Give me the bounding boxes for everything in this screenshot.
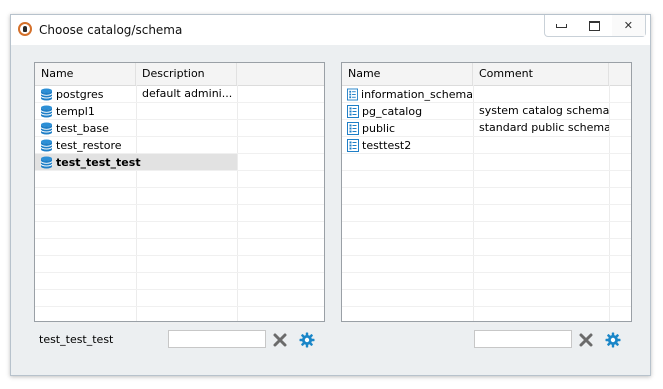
choose-catalog-dialog: Choose catalog/schema ✕ Name Description… xyxy=(10,14,651,376)
schema-name: testtest2 xyxy=(362,138,412,152)
catalog-settings-button[interactable] xyxy=(299,332,315,348)
catalog-name: test_restore xyxy=(56,138,122,152)
catalog-description xyxy=(136,103,237,119)
schema-table: Name Comment information_schema pg_catalo… xyxy=(341,62,632,324)
catalog-clear-filter-button[interactable] xyxy=(272,332,288,348)
catalog-row[interactable]: postgres default admini... xyxy=(35,86,324,103)
schema-row[interactable]: public standard public schema xyxy=(342,120,631,137)
close-button[interactable]: ✕ xyxy=(611,15,645,36)
gear-icon xyxy=(605,332,621,348)
empty-row xyxy=(35,171,324,188)
app-logo-icon xyxy=(18,22,32,36)
window-controls: ✕ xyxy=(544,15,646,37)
close-icon: ✕ xyxy=(623,19,633,32)
schema-icon xyxy=(347,138,359,152)
maximize-icon xyxy=(589,20,601,31)
catalog-description xyxy=(136,154,237,170)
window-title: Choose catalog/schema xyxy=(39,23,183,37)
empty-row xyxy=(342,239,631,256)
empty-row xyxy=(342,256,631,273)
database-icon xyxy=(40,105,53,117)
clear-x-icon xyxy=(579,333,593,347)
empty-row xyxy=(342,171,631,188)
database-icon xyxy=(40,156,53,168)
catalog-description: default admini... xyxy=(142,87,233,100)
empty-row xyxy=(35,307,324,324)
schema-name: information_schema xyxy=(361,87,473,101)
schema-name: public xyxy=(362,121,396,135)
database-icon xyxy=(40,139,53,151)
schema-icon xyxy=(347,104,359,118)
empty-row xyxy=(342,205,631,222)
schema-comment xyxy=(473,137,609,153)
database-icon xyxy=(40,88,53,100)
maximize-button[interactable] xyxy=(578,15,611,36)
empty-row xyxy=(342,222,631,239)
schema-row[interactable]: information_schema xyxy=(342,86,631,103)
minimize-button[interactable] xyxy=(545,15,578,36)
schema-icon xyxy=(347,88,359,100)
schema-name: pg_catalog xyxy=(362,104,423,118)
empty-row xyxy=(342,154,631,171)
gear-icon xyxy=(299,332,315,348)
empty-row xyxy=(342,188,631,205)
schema-clear-filter-button[interactable] xyxy=(578,332,594,348)
schema-row[interactable]: pg_catalog system catalog schema xyxy=(342,103,631,120)
schema-icon xyxy=(347,121,359,135)
empty-row xyxy=(35,256,324,273)
catalog-filter-input[interactable] xyxy=(168,330,266,348)
empty-row xyxy=(35,222,324,239)
schema-comment: system catalog schema xyxy=(479,104,609,117)
catalog-description xyxy=(136,120,237,136)
catalog-description xyxy=(136,137,237,153)
empty-row xyxy=(342,273,631,290)
empty-row xyxy=(342,290,631,307)
catalog-name: test_base xyxy=(56,121,109,135)
title-bar: Choose catalog/schema ✕ xyxy=(11,15,650,45)
catalog-row[interactable]: test_restore xyxy=(35,137,324,154)
clear-x-icon xyxy=(273,333,287,347)
minimize-icon xyxy=(556,23,568,28)
empty-row xyxy=(35,205,324,222)
column-header-description[interactable]: Description xyxy=(136,63,237,85)
empty-row xyxy=(35,188,324,205)
catalog-name: test_test_test xyxy=(56,155,141,169)
catalog-name: templ1 xyxy=(56,104,95,118)
schema-settings-button[interactable] xyxy=(605,332,621,348)
empty-row xyxy=(342,307,631,324)
catalog-name: postgres xyxy=(56,87,104,101)
empty-row xyxy=(35,273,324,290)
empty-row xyxy=(35,290,324,307)
schema-row[interactable]: testtest2 xyxy=(342,137,631,154)
schema-filter-input[interactable] xyxy=(474,330,572,348)
catalog-row[interactable]: test_base xyxy=(35,120,324,137)
schema-table-header: Name Comment xyxy=(342,63,631,86)
schema-comment xyxy=(473,86,609,102)
selected-catalog-label: test_test_test xyxy=(39,333,114,346)
database-icon xyxy=(40,122,53,134)
catalog-table-header: Name Description xyxy=(35,63,324,86)
catalog-row[interactable]: test_test_test xyxy=(35,154,324,171)
column-header-name[interactable]: Name xyxy=(35,63,136,85)
catalog-row[interactable]: templ1 xyxy=(35,103,324,120)
schema-comment: standard public schema xyxy=(479,121,609,134)
catalog-table: Name Description postgres default admini.… xyxy=(34,62,325,324)
column-header-name[interactable]: Name xyxy=(342,63,473,85)
column-header-comment[interactable]: Comment xyxy=(473,63,609,85)
empty-row xyxy=(35,239,324,256)
